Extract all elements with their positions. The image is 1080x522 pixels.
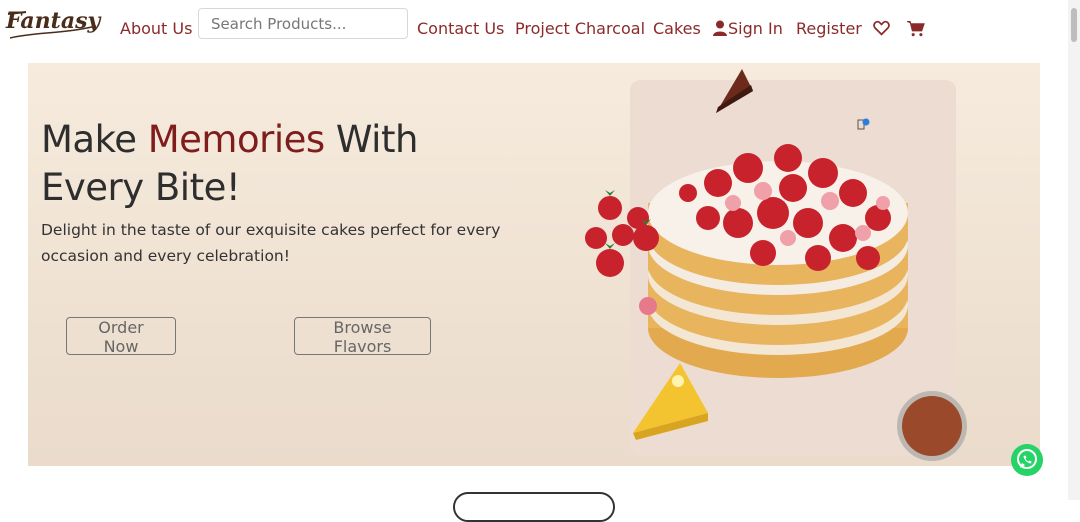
hero-title: Make Memories With Every Bite! <box>41 116 481 212</box>
logo-text: Fantasy <box>6 8 101 34</box>
user-icon <box>713 20 727 36</box>
nav-about-link[interactable]: About Us <box>120 19 192 38</box>
brand-logo[interactable]: Fantasy <box>4 4 100 46</box>
nav-register-link[interactable]: Register <box>796 19 862 38</box>
signin-label: Sign In <box>728 19 783 38</box>
scrollbar-thumb[interactable] <box>1071 8 1077 42</box>
nav-project-link[interactable]: Project Charcoal <box>515 19 645 38</box>
hero-banner: Make Memories With Every Bite! Delight i… <box>28 63 1040 466</box>
whatsapp-chat-button[interactable] <box>1011 444 1043 476</box>
hero-description: Delight in the taste of our exquisite ca… <box>41 221 501 265</box>
scroll-down-button[interactable] <box>453 492 615 522</box>
hero-title-part1: Make <box>41 118 148 161</box>
search-input[interactable] <box>198 8 408 39</box>
nav-cakes-link[interactable]: Cakes <box>653 19 701 38</box>
order-now-button[interactable]: Order Now <box>66 317 176 356</box>
hero-title-accent: Memories <box>147 118 325 161</box>
page-scrollbar[interactable] <box>1068 0 1080 500</box>
nav-contact-link[interactable]: Contact Us <box>417 19 504 38</box>
cake-image <box>585 69 967 461</box>
cart-icon[interactable] <box>906 20 925 37</box>
nav-signin-link[interactable]: Sign In <box>713 19 783 38</box>
cursor-icon <box>857 118 870 130</box>
whatsapp-icon <box>1017 449 1037 469</box>
browse-flavors-button[interactable]: Browse Flavors <box>294 317 431 356</box>
heart-icon[interactable] <box>873 20 890 36</box>
navbar: Fantasy About Us Contact Us Project Char… <box>0 0 1080 60</box>
